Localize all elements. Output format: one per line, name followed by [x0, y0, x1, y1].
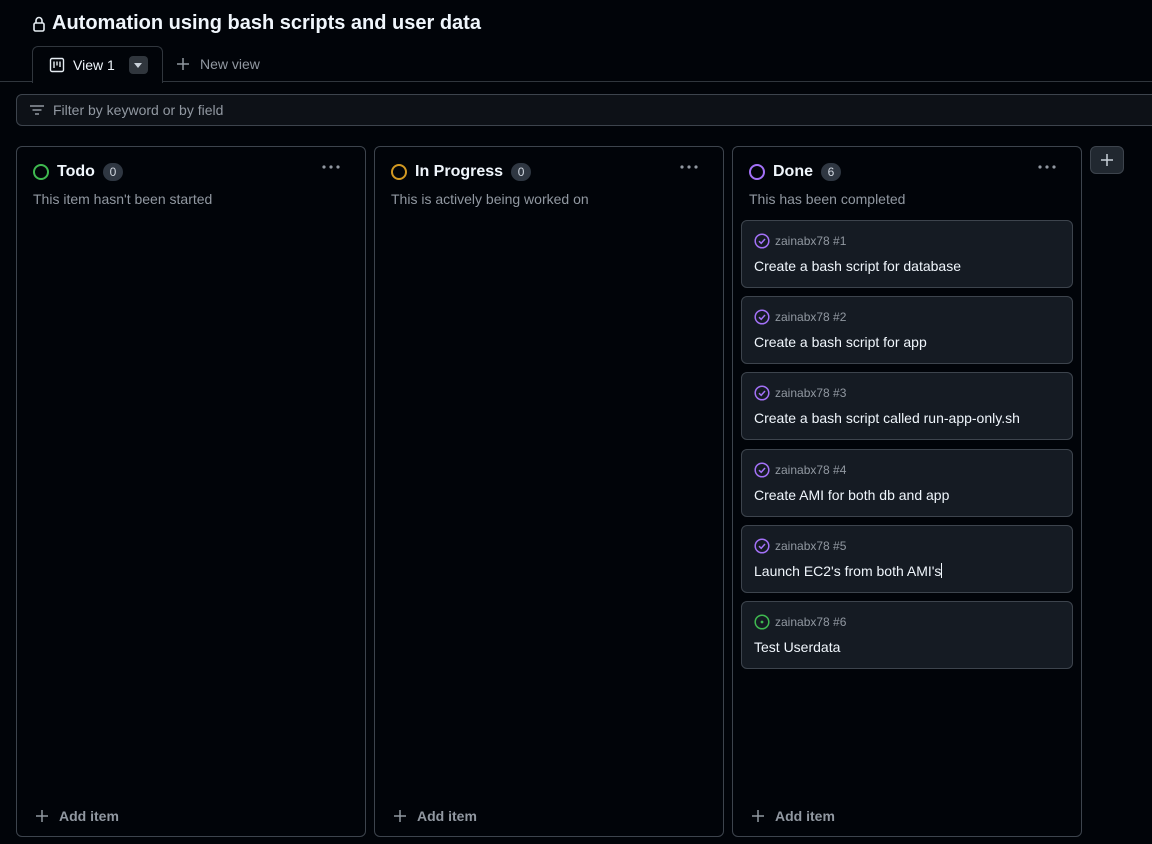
- title-row: Automation using bash scripts and user d…: [32, 12, 481, 35]
- card-title[interactable]: Create a bash script for app: [754, 334, 927, 350]
- column-done: Done 6 This has been completed zainabx78…: [732, 146, 1082, 837]
- column-description: This item hasn't been started: [33, 191, 213, 207]
- lock-icon: [32, 15, 46, 33]
- card-meta: zainabx78 #4: [754, 462, 846, 478]
- card-repo-ref[interactable]: zainabx78 #4: [775, 463, 846, 477]
- card-title-editing[interactable]: Launch EC2's from both AMI's: [754, 563, 943, 579]
- plus-icon: [176, 57, 190, 71]
- column-title: Done: [773, 163, 813, 180]
- add-item-label: Add item: [775, 808, 835, 824]
- column-title: Todo: [57, 163, 95, 180]
- column-title: In Progress: [415, 163, 504, 180]
- new-view-button[interactable]: New view: [176, 56, 260, 72]
- column-todo: Todo 0 This item hasn't been started Add…: [16, 146, 366, 837]
- column-menu-icon[interactable]: [1037, 161, 1057, 175]
- triangle-down-icon: [134, 62, 143, 68]
- column-description: This has been completed: [749, 191, 906, 207]
- check-circle-icon: [754, 538, 770, 554]
- issue-opened-icon: [754, 614, 770, 630]
- column-menu-icon[interactable]: [679, 161, 699, 175]
- check-circle-icon: [754, 309, 770, 325]
- plus-icon: [394, 810, 406, 822]
- add-item-button[interactable]: Add item: [751, 808, 835, 824]
- plus-icon: [752, 810, 764, 822]
- view-options-button[interactable]: [128, 56, 148, 74]
- card-repo-ref[interactable]: zainabx78 #2: [775, 310, 846, 324]
- check-circle-icon: [754, 233, 770, 249]
- column-count: 0: [511, 163, 532, 181]
- new-view-label: New view: [200, 56, 260, 72]
- card-meta: zainabx78 #5: [754, 538, 846, 554]
- done-status-icon: [749, 164, 765, 180]
- issue-card[interactable]: zainabx78 #4 Create AMI for both db and …: [741, 449, 1073, 517]
- column-header: In Progress 0: [391, 163, 532, 181]
- check-circle-icon: [754, 462, 770, 478]
- card-repo-ref[interactable]: zainabx78 #3: [775, 386, 846, 400]
- card-meta: zainabx78 #2: [754, 309, 846, 325]
- issue-card[interactable]: zainabx78 #6 Test Userdata: [741, 601, 1073, 669]
- card-repo-ref[interactable]: zainabx78 #5: [775, 539, 846, 553]
- card-meta: zainabx78 #6: [754, 614, 846, 630]
- todo-status-icon: [33, 164, 49, 180]
- card-title[interactable]: Test Userdata: [754, 639, 840, 655]
- column-header: Done 6: [749, 163, 841, 181]
- issue-card[interactable]: zainabx78 #3 Create a bash script called…: [741, 372, 1073, 440]
- column-description: This is actively being worked on: [391, 191, 589, 207]
- filter-icon: [29, 102, 45, 118]
- add-item-label: Add item: [417, 808, 477, 824]
- card-repo-ref[interactable]: zainabx78 #1: [775, 234, 846, 248]
- card-title[interactable]: Create a bash script for database: [754, 258, 961, 274]
- issue-card[interactable]: zainabx78 #5 Launch EC2's from both AMI'…: [741, 525, 1073, 593]
- add-item-label: Add item: [59, 808, 119, 824]
- issue-card[interactable]: zainabx78 #2 Create a bash script for ap…: [741, 296, 1073, 364]
- column-in-progress: In Progress 0 This is actively being wor…: [374, 146, 724, 837]
- column-count: 0: [102, 163, 123, 181]
- filter-placeholder: Filter by keyword or by field: [53, 102, 224, 118]
- card-title-text: Launch EC2's from both AMI's: [754, 563, 942, 579]
- card-title[interactable]: Create a bash script called run-app-only…: [754, 410, 1020, 426]
- tab-label: View 1: [73, 57, 115, 73]
- column-header: Todo 0: [33, 163, 123, 181]
- column-menu-icon[interactable]: [321, 161, 341, 175]
- page-title: Automation using bash scripts and user d…: [52, 12, 481, 34]
- column-count: 6: [821, 163, 841, 181]
- card-title[interactable]: Create AMI for both db and app: [754, 487, 949, 503]
- in-progress-status-icon: [391, 164, 407, 180]
- plus-icon: [36, 810, 48, 822]
- card-meta: zainabx78 #3: [754, 385, 846, 401]
- tab-view-1[interactable]: View 1: [32, 46, 163, 83]
- card-repo-ref[interactable]: zainabx78 #6: [775, 615, 846, 629]
- plus-icon: [1101, 154, 1113, 166]
- board-icon: [49, 57, 65, 73]
- issue-card[interactable]: zainabx78 #1 Create a bash script for da…: [741, 220, 1073, 288]
- project-header: Automation using bash scripts and user d…: [0, 0, 1152, 83]
- filter-input[interactable]: Filter by keyword or by field: [16, 94, 1152, 126]
- add-item-button[interactable]: Add item: [35, 808, 119, 824]
- add-item-button[interactable]: Add item: [393, 808, 477, 824]
- check-circle-icon: [754, 385, 770, 401]
- text-cursor: [941, 563, 943, 578]
- card-meta: zainabx78 #1: [754, 233, 846, 249]
- add-column-button[interactable]: [1090, 146, 1124, 174]
